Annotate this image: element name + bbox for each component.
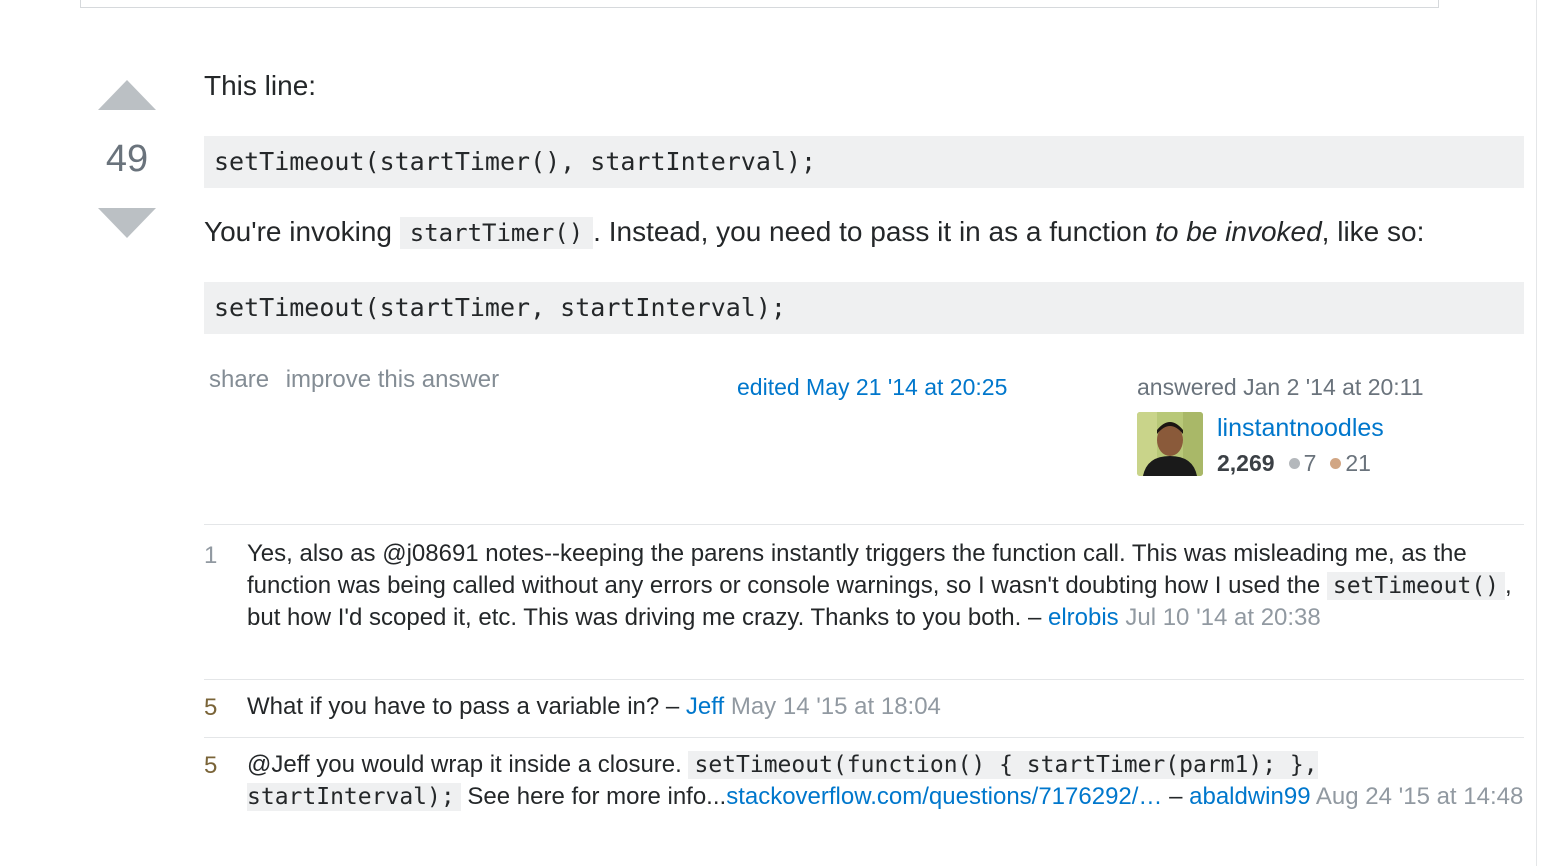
share-link[interactable]: share — [209, 366, 269, 393]
answer-text: You're invoking — [204, 216, 400, 247]
comment-date[interactable]: May 14 '15 at 18:04 — [724, 693, 941, 720]
comment: 5 @Jeff you would wrap it inside a closu… — [204, 737, 1524, 858]
comment-body: What if you have to pass a variable in? … — [247, 680, 1524, 723]
comment: 5 What if you have to pass a variable in… — [204, 679, 1524, 737]
edited-link[interactable]: edited May 21 '14 at 20:25 — [737, 374, 1007, 401]
comment-user[interactable]: elrobis — [1048, 604, 1119, 631]
post-menu: share improve this answer — [209, 366, 509, 394]
comment-user[interactable]: Jeff — [686, 693, 724, 720]
answer-emphasis: to be invoked — [1155, 216, 1322, 247]
upvote-arrow-icon[interactable] — [98, 80, 156, 110]
comment-score: 5 — [204, 752, 218, 779]
answer-text: , like so: — [1321, 216, 1425, 247]
code-block-1: setTimeout(startTimer(), startInterval); — [204, 136, 1524, 188]
inline-code: setTimeout() — [1326, 572, 1506, 600]
inline-code: startTimer() — [399, 217, 594, 249]
comment-body: Yes, also as @j08691 notes--keeping the … — [247, 525, 1524, 634]
comment-date[interactable]: Jul 10 '14 at 20:38 — [1119, 604, 1320, 631]
comment-text: See here for more info... — [460, 783, 727, 810]
comment-user[interactable]: abaldwin99 — [1189, 783, 1310, 810]
silver-badge-count: 7 — [1303, 450, 1317, 476]
comment-score: 5 — [204, 694, 218, 721]
silver-badge-icon — [1288, 458, 1300, 469]
reputation: 2,269 7 21 — [1217, 450, 1371, 477]
comment-date[interactable]: Aug 24 '15 at 14:48 — [1311, 783, 1523, 810]
comment-score: 1 — [204, 542, 218, 569]
answer-text: . Instead, you need to pass it in as a f… — [593, 216, 1156, 247]
answered-timestamp: answered Jan 2 '14 at 20:11 — [1137, 374, 1424, 400]
reputation-score: 2,269 — [1217, 450, 1275, 476]
sidebar-divider — [1536, 0, 1537, 866]
external-link[interactable]: stackoverflow.com/questions/7176292/… — [726, 783, 1162, 810]
answer-intro: This line: — [204, 70, 317, 101]
code-block-2: setTimeout(startTimer, startInterval); — [204, 282, 1524, 334]
bronze-badge-count: 21 — [1345, 450, 1371, 476]
previous-post-border — [80, 0, 1439, 8]
answer-paragraph: You're invoking startTimer(). Instead, y… — [204, 216, 1425, 249]
downvote-arrow-icon[interactable] — [98, 208, 156, 238]
improve-answer-link[interactable]: improve this answer — [286, 366, 499, 393]
comment-text: @Jeff you would wrap it inside a closure… — [247, 751, 689, 778]
comment-body: @Jeff you would wrap it inside a closure… — [247, 738, 1524, 813]
comment: 1 Yes, also as @j08691 notes--keeping th… — [204, 524, 1524, 679]
comment-text: – — [1162, 783, 1190, 810]
vote-count: 49 — [105, 138, 149, 180]
author-name[interactable]: linstantnoodles — [1217, 414, 1384, 443]
comment-list: 1 Yes, also as @j08691 notes--keeping th… — [204, 524, 1524, 858]
avatar[interactable] — [1137, 412, 1203, 476]
comment-text: Yes, also as @j08691 notes--keeping the … — [247, 540, 1467, 599]
bronze-badge-icon — [1330, 458, 1342, 469]
comment-text: What if you have to pass a variable in? … — [247, 693, 686, 720]
